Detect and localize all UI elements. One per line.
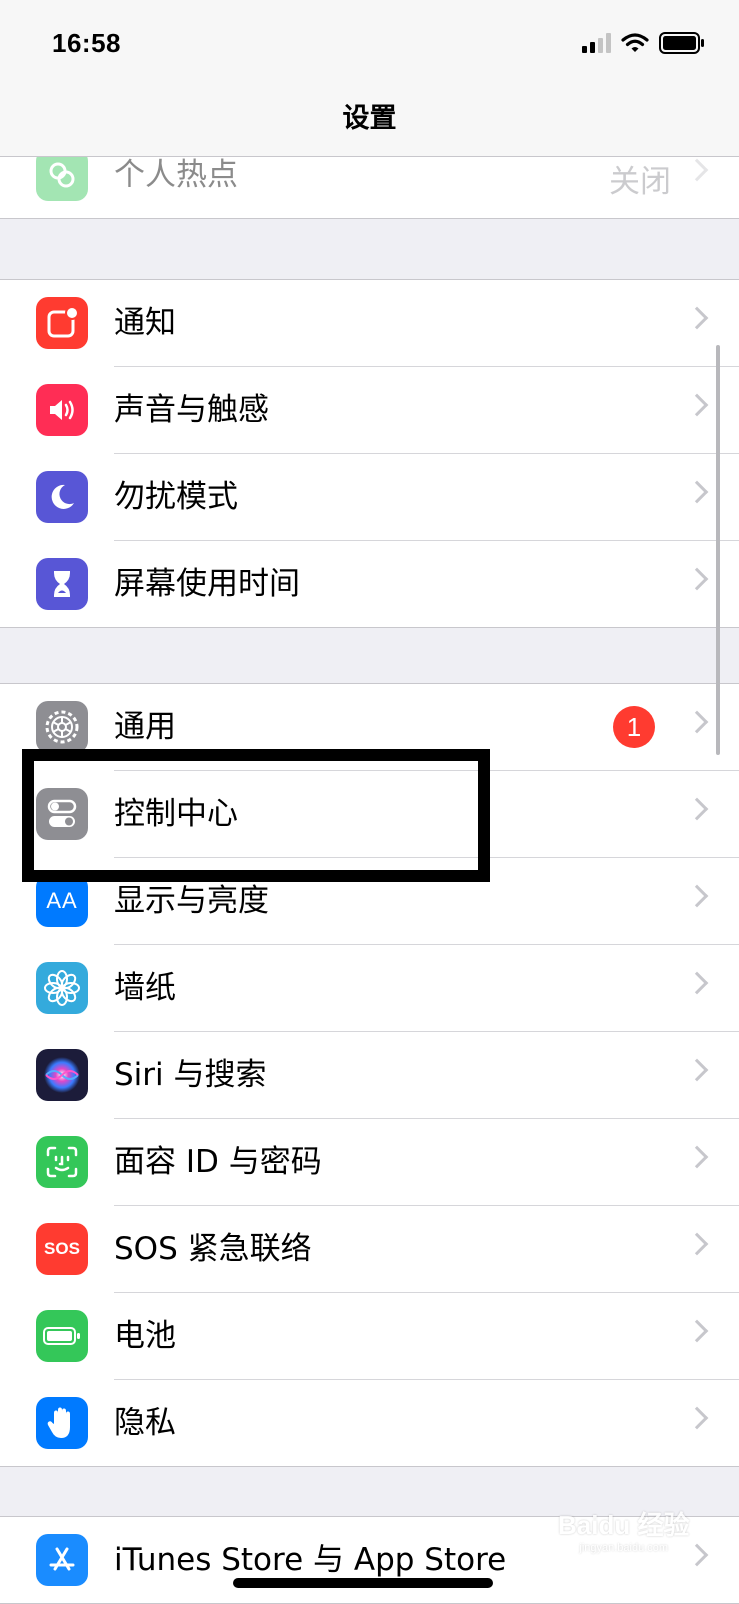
settings-row-label: 电池 bbox=[114, 1318, 176, 1354]
settings-row-dnd[interactable]: 勿扰模式 bbox=[36, 454, 739, 541]
hourglass-icon bbox=[36, 558, 88, 610]
settings-row-label: 勿扰模式 bbox=[114, 479, 238, 515]
settings-row-battery[interactable]: 电池 bbox=[36, 1293, 739, 1380]
settings-row-label: Siri 与搜索 bbox=[114, 1057, 267, 1093]
settings-row-face-id[interactable]: 面容 ID 与密码 bbox=[36, 1119, 739, 1206]
chevron-right-icon bbox=[685, 306, 709, 330]
status-bar: 16:58 bbox=[0, 0, 739, 90]
settings-row-label: 隐私 bbox=[114, 1405, 176, 1441]
settings-row-label: 通知 bbox=[114, 305, 176, 341]
watermark: Baidu 经验 jingyan.baidu.com bbox=[558, 1505, 689, 1554]
settings-row-label: 墙纸 bbox=[114, 970, 176, 1006]
speaker-icon bbox=[36, 384, 88, 436]
hand-icon bbox=[36, 1397, 88, 1449]
sos-icon: SOS bbox=[36, 1223, 88, 1275]
chevron-right-icon bbox=[685, 797, 709, 821]
gear-icon bbox=[36, 701, 88, 753]
home-indicator[interactable] bbox=[233, 1578, 493, 1588]
chevron-right-icon bbox=[685, 1058, 709, 1082]
settings-row-sounds[interactable]: 声音与触感 bbox=[36, 367, 739, 454]
siri-icon bbox=[36, 1049, 88, 1101]
settings-group-notifications: 通知 声音与触感 勿扰模式 屏幕使用时间 bbox=[0, 279, 739, 628]
watermark-sub: jingyan.baidu.com bbox=[579, 1542, 669, 1554]
update-badge: 1 bbox=[613, 706, 655, 748]
wifi-icon bbox=[621, 33, 649, 52]
settings-row-label: 显示与亮度 bbox=[114, 883, 269, 919]
notifications-icon bbox=[36, 297, 88, 349]
settings-row-label: 个人热点 bbox=[114, 157, 238, 193]
chevron-right-icon bbox=[685, 971, 709, 995]
chevron-right-icon bbox=[685, 480, 709, 504]
chevron-right-icon bbox=[685, 393, 709, 417]
settings-row-notifications[interactable]: 通知 bbox=[36, 280, 739, 367]
status-time: 16:58 bbox=[52, 28, 121, 58]
settings-row-value: 关闭 bbox=[609, 164, 671, 200]
battery-status-icon bbox=[659, 32, 704, 54]
settings-row-wallpaper[interactable]: 墙纸 bbox=[36, 945, 739, 1032]
nav-bar: 设置 bbox=[0, 90, 739, 157]
settings-row-label: SOS 紧急联络 bbox=[114, 1231, 312, 1267]
chevron-right-icon bbox=[685, 158, 709, 182]
chevron-right-icon bbox=[685, 884, 709, 908]
settings-row-label: 通用 bbox=[114, 709, 176, 745]
chevron-right-icon bbox=[685, 1406, 709, 1430]
face-id-icon bbox=[36, 1136, 88, 1188]
settings-row-siri[interactable]: Siri 与搜索 bbox=[36, 1032, 739, 1119]
settings-row-privacy[interactable]: 隐私 bbox=[36, 1380, 739, 1466]
text-size-icon: AA bbox=[36, 875, 88, 927]
settings-row-screen-time[interactable]: 屏幕使用时间 bbox=[36, 541, 739, 627]
settings-row-label: 声音与触感 bbox=[114, 392, 269, 428]
page-title: 设置 bbox=[342, 103, 397, 134]
settings-row-label: 屏幕使用时间 bbox=[114, 566, 300, 602]
settings-row-label: iTunes Store 与 App Store bbox=[114, 1542, 507, 1578]
flower-icon bbox=[36, 962, 88, 1014]
text-size-icon-label: AA bbox=[46, 888, 78, 913]
battery-icon bbox=[36, 1310, 88, 1362]
status-icons bbox=[582, 32, 705, 54]
cellular-signal-icon bbox=[582, 33, 611, 53]
chevron-right-icon bbox=[685, 567, 709, 591]
settings-row-sos[interactable]: SOS SOS 紧急联络 bbox=[36, 1206, 739, 1293]
watermark-main: Baidu 经验 bbox=[558, 1510, 690, 1540]
chevron-right-icon bbox=[685, 1319, 709, 1343]
moon-icon bbox=[36, 471, 88, 523]
app-store-icon bbox=[36, 1534, 88, 1586]
scroll-indicator[interactable] bbox=[716, 345, 720, 755]
highlight-annotation-box bbox=[22, 749, 490, 882]
chevron-right-icon bbox=[685, 1232, 709, 1256]
settings-row-label: 面容 ID 与密码 bbox=[114, 1144, 322, 1180]
chevron-right-icon bbox=[685, 710, 709, 734]
sos-icon-label: SOS bbox=[44, 1239, 80, 1258]
chevron-right-icon bbox=[685, 1145, 709, 1169]
